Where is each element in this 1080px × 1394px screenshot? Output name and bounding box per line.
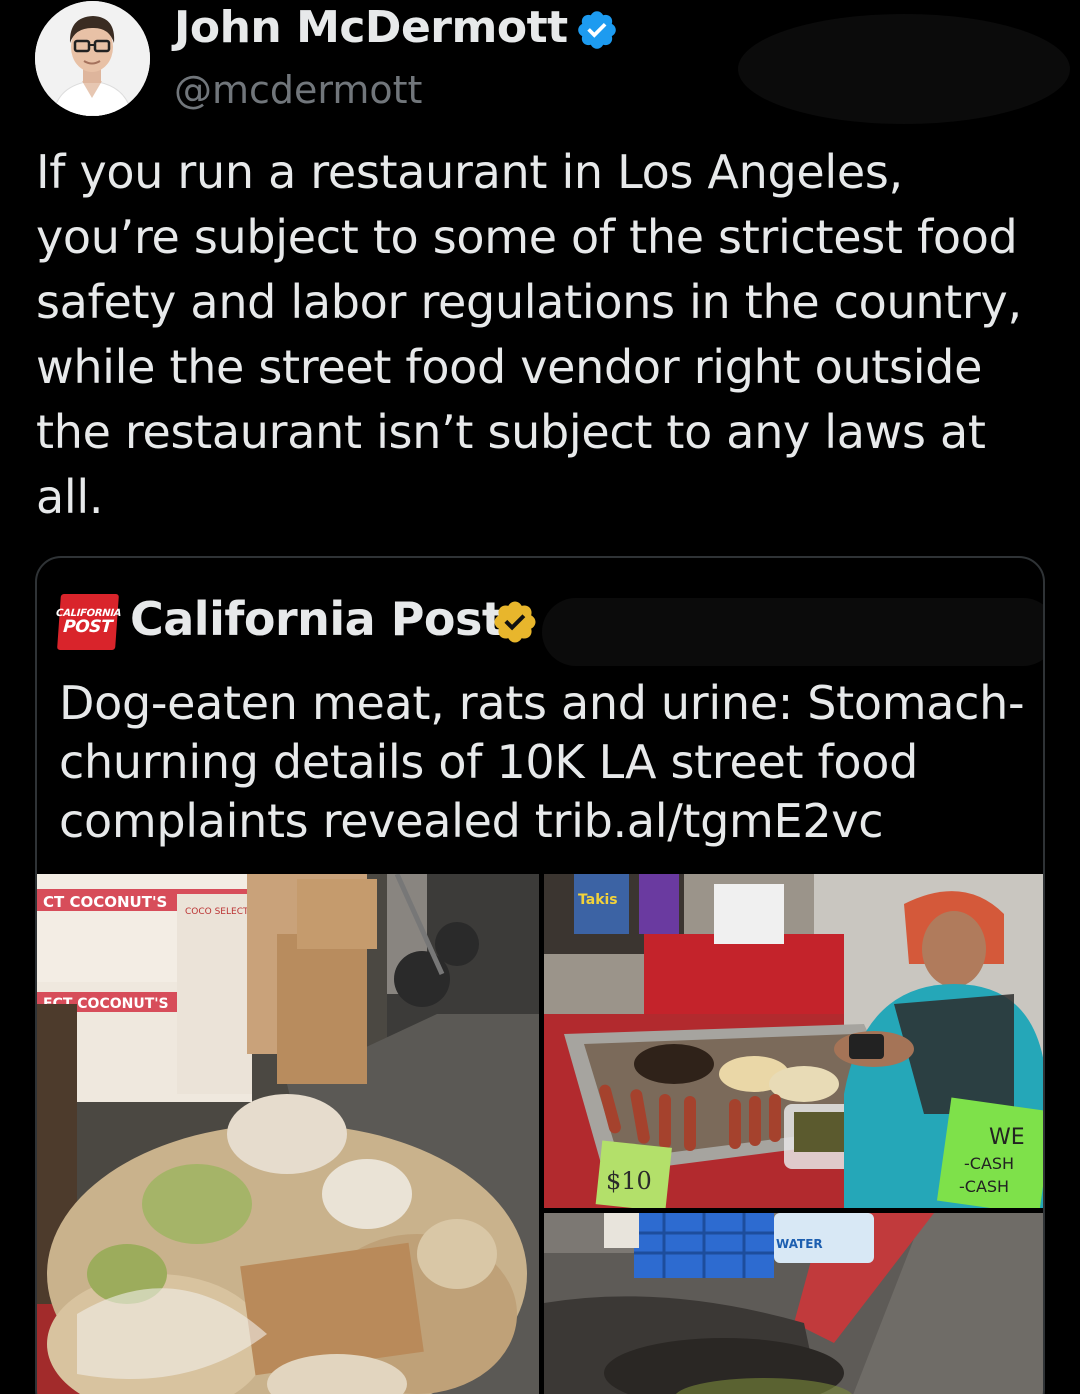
author-handle[interactable]: @mcdermott (174, 68, 422, 112)
author-name[interactable]: John McDermott (174, 2, 568, 53)
quoted-post-text: Dog-eaten meat, rats and urine: Stomach-… (59, 676, 1025, 848)
cash-sign-line-1: WE (989, 1125, 1025, 1150)
logo-text-bottom: POST (62, 616, 113, 637)
cash-sign-line-3: -CASH (959, 1177, 1009, 1196)
quoted-post-card[interactable]: CALIFORNIA POST California Post Dog-eate… (35, 556, 1045, 1394)
bottle-label: WATER (776, 1237, 823, 1251)
tweet-text: If you run a restaurant in Los Angeles, … (36, 145, 1022, 524)
verified-gold-badge-icon (494, 601, 536, 643)
redaction-mark (542, 598, 1043, 666)
box-label: COCO SELECTO (185, 907, 256, 917)
photo-pothole-curb[interactable]: WATER (544, 1213, 1043, 1394)
avatar[interactable] (35, 1, 150, 116)
price-sign: $10 (606, 1167, 652, 1195)
quoted-source-name[interactable]: California Post (130, 592, 504, 646)
box-label: CT COCONUT'S (43, 893, 167, 911)
photo-coconut-waste[interactable]: CT COCONUT'S ECT COCONUT'S COCO SELECTO (37, 874, 539, 1394)
media-grid[interactable]: CT COCONUT'S ECT COCONUT'S COCO SELECTO (37, 874, 1043, 1394)
california-post-logo: CALIFORNIA POST (56, 594, 122, 650)
cash-sign-line-2: -CASH (964, 1154, 1014, 1173)
photo-street-vendor[interactable]: Takis $10 WE -CASH -CASH (544, 874, 1043, 1208)
snack-label: Takis (578, 892, 618, 908)
redaction-mark (738, 14, 1070, 124)
verified-badge-icon (578, 11, 616, 49)
